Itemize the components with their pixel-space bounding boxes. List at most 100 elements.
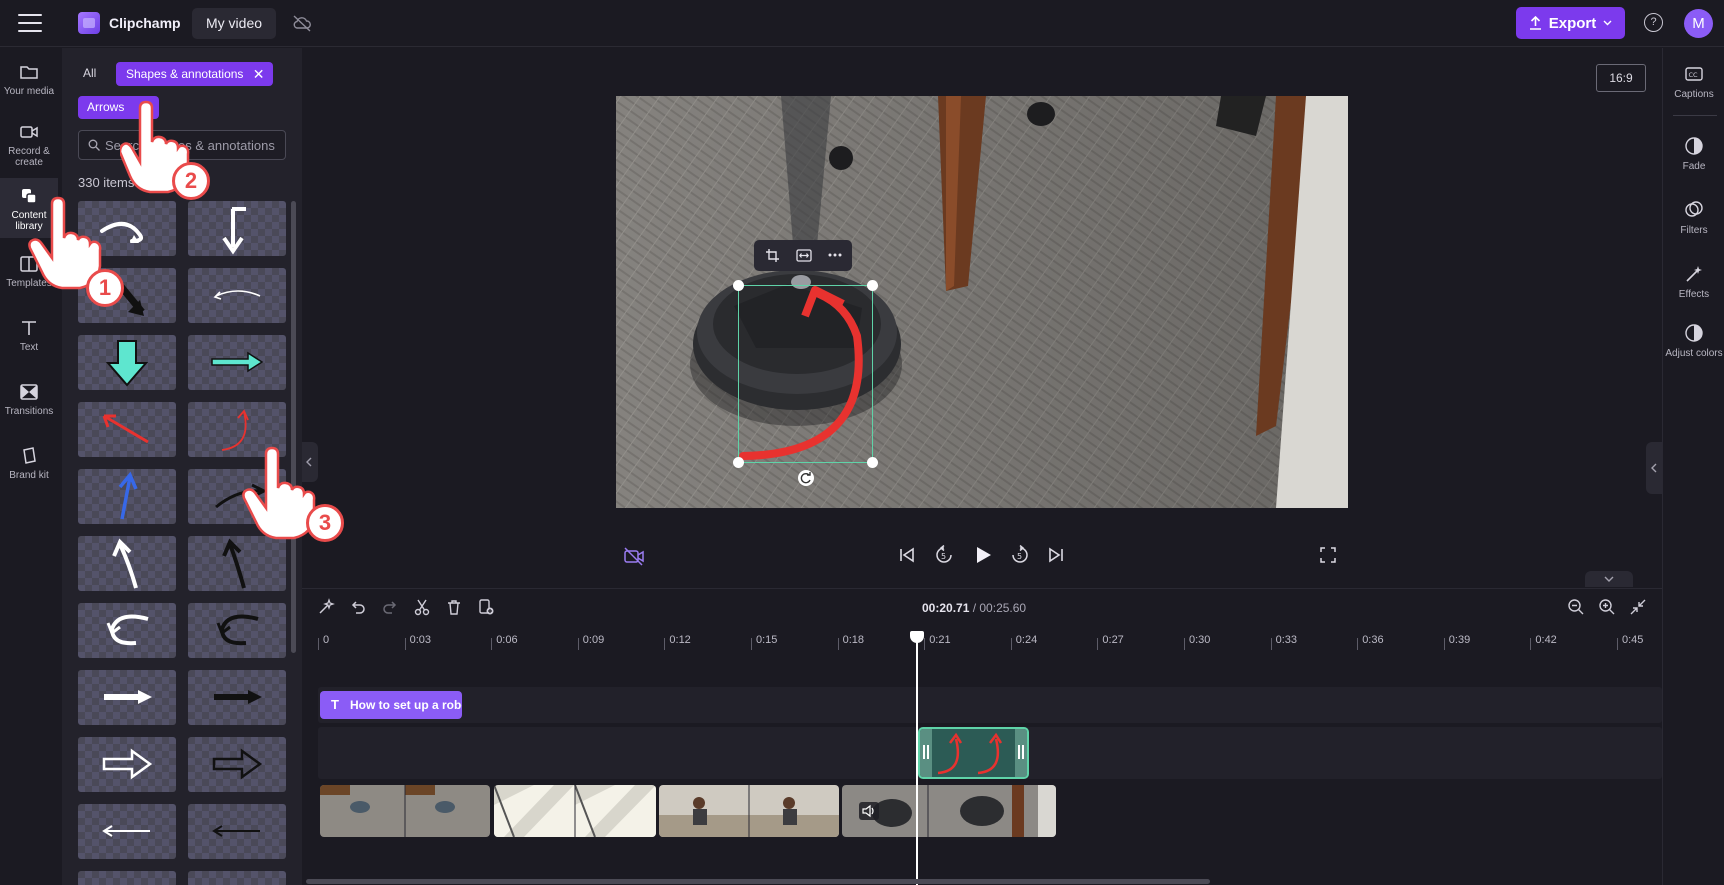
arrow-tile[interactable] xyxy=(188,670,286,725)
rail-item-text[interactable]: Text xyxy=(0,318,58,368)
red-curved-arrow-sticker-icon xyxy=(739,286,863,460)
project-name-field[interactable]: My video xyxy=(192,8,277,39)
trash-icon[interactable] xyxy=(445,598,463,616)
arrow-tile[interactable] xyxy=(78,603,176,658)
ruler-tick xyxy=(837,638,839,650)
rewind-5-icon[interactable]: 5 xyxy=(934,545,954,565)
filter-shapes-annotations[interactable]: Shapes & annotations ✕ xyxy=(116,62,274,86)
undo-icon[interactable] xyxy=(349,598,367,616)
rail-item-effects[interactable]: Effects xyxy=(1663,264,1724,314)
ruler-label: 0:12 xyxy=(669,634,691,646)
fit-icon[interactable] xyxy=(796,248,812,263)
arrow-tile[interactable] xyxy=(188,804,286,859)
forward-5-icon[interactable]: 5 xyxy=(1010,545,1030,565)
arrow-tile[interactable] xyxy=(78,737,176,792)
rail-item-adjust-colors[interactable]: Adjust colors xyxy=(1663,323,1724,383)
zoom-out-icon[interactable] xyxy=(1567,598,1585,616)
rotate-handle[interactable] xyxy=(798,470,814,486)
text-icon xyxy=(22,321,36,335)
arrow-tile[interactable] xyxy=(78,469,176,524)
video-preview[interactable] xyxy=(616,96,1348,508)
help-icon[interactable]: ? xyxy=(1644,13,1663,32)
skip-forward-icon[interactable] xyxy=(1047,546,1065,564)
text-clip[interactable]: T How to set up a robot vacuum xyxy=(320,691,462,719)
filter-all[interactable]: All xyxy=(83,66,96,80)
skip-back-icon[interactable] xyxy=(898,546,916,564)
rail-item-record-create[interactable]: Record & create xyxy=(0,122,58,180)
upload-icon xyxy=(1529,16,1541,30)
library-scrollbar[interactable] xyxy=(291,201,296,653)
zoom-in-icon[interactable] xyxy=(1598,598,1616,616)
arrow-tile[interactable] xyxy=(78,670,176,725)
ruler-label: 0:45 xyxy=(1622,634,1644,646)
arrow-tile[interactable] xyxy=(188,335,286,390)
timeline-scrollbar[interactable] xyxy=(306,879,1210,884)
redo-icon[interactable] xyxy=(381,598,399,616)
arrow-tile[interactable] xyxy=(78,804,176,859)
scissors-icon[interactable] xyxy=(413,598,431,616)
resize-handle[interactable] xyxy=(733,457,744,468)
arrow-tile[interactable] xyxy=(188,201,286,256)
rail-item-filters[interactable]: Filters xyxy=(1663,200,1724,250)
outline-white-arrow-icon xyxy=(102,748,153,780)
trim-handle-right[interactable] xyxy=(1015,729,1027,777)
menu-icon[interactable] xyxy=(18,14,42,32)
total-time: / 00:25.60 xyxy=(972,601,1027,615)
svg-text:5: 5 xyxy=(1017,552,1022,561)
rail-item-transitions[interactable]: Transitions xyxy=(0,382,58,432)
close-icon[interactable]: ✕ xyxy=(253,62,265,86)
video-clip[interactable] xyxy=(842,785,1056,837)
arrow-tile[interactable] xyxy=(188,268,286,323)
ruler-label: 0 xyxy=(323,634,330,646)
audio-badge[interactable] xyxy=(859,802,879,820)
export-button[interactable]: Export xyxy=(1516,7,1625,39)
arrow-tile[interactable] xyxy=(78,335,176,390)
add-to-timeline-icon[interactable] xyxy=(477,598,495,616)
black-curved-up-arrow-icon xyxy=(222,538,246,589)
arrow-tile[interactable] xyxy=(78,402,176,457)
trim-handle-left[interactable] xyxy=(920,729,932,777)
fullscreen-icon[interactable] xyxy=(1320,547,1336,563)
aspect-ratio-button[interactable]: 16:9 xyxy=(1596,64,1646,92)
app-name: Clipchamp xyxy=(109,15,181,31)
rail-item-fade[interactable]: Fade xyxy=(1663,136,1724,186)
sticker-selection[interactable] xyxy=(733,280,878,486)
arrow-sticker-clip[interactable] xyxy=(918,727,1029,779)
fit-timeline-icon[interactable] xyxy=(1629,598,1647,616)
time-ruler[interactable]: 0 0:03 0:06 0:09 0:12 0:15 0:18 0:21 0:24 0:27 0:3… xyxy=(318,629,1662,653)
resize-handle[interactable] xyxy=(733,280,744,291)
arrow-tile[interactable] xyxy=(78,871,176,885)
resize-handle[interactable] xyxy=(867,457,878,468)
camera-off-sparkle-icon[interactable] xyxy=(623,545,645,567)
cloud-off-icon[interactable] xyxy=(292,14,312,32)
rail-item-your-media[interactable]: Your media xyxy=(0,62,58,112)
playhead[interactable] xyxy=(910,631,924,885)
callout-badge: 1 xyxy=(86,269,124,307)
ruler-label: 0:36 xyxy=(1362,634,1384,646)
play-icon[interactable] xyxy=(972,544,994,566)
outline-black-arrow-icon xyxy=(212,748,263,780)
arrow-tile[interactable] xyxy=(188,871,286,885)
arrow-tile[interactable] xyxy=(188,603,286,658)
rail-item-brand-kit[interactable]: Brand kit xyxy=(0,446,58,496)
arrow-tile[interactable] xyxy=(78,536,176,591)
arrow-tile[interactable] xyxy=(188,536,286,591)
rail-item-captions[interactable]: CC Captions xyxy=(1663,64,1724,120)
right-panel-handle[interactable] xyxy=(1646,442,1662,494)
collapse-preview-handle[interactable] xyxy=(1585,571,1633,587)
magic-edit-icon[interactable] xyxy=(317,598,335,616)
avatar[interactable]: M xyxy=(1684,9,1713,38)
thin-black-left-arrow-icon xyxy=(212,825,260,837)
video-clip[interactable] xyxy=(659,785,839,837)
arrow-tile[interactable] xyxy=(188,737,286,792)
ruler-label: 0:09 xyxy=(582,634,605,646)
more-options-icon[interactable] xyxy=(828,253,842,257)
video-thumbnail xyxy=(659,785,839,837)
chevron-left-icon xyxy=(1651,463,1657,473)
video-clip[interactable] xyxy=(494,785,656,837)
ruler-tick xyxy=(1184,638,1185,650)
video-clip[interactable] xyxy=(320,785,490,837)
resize-handle[interactable] xyxy=(867,280,878,291)
crop-icon[interactable] xyxy=(765,248,780,263)
rotate-icon xyxy=(800,472,811,484)
